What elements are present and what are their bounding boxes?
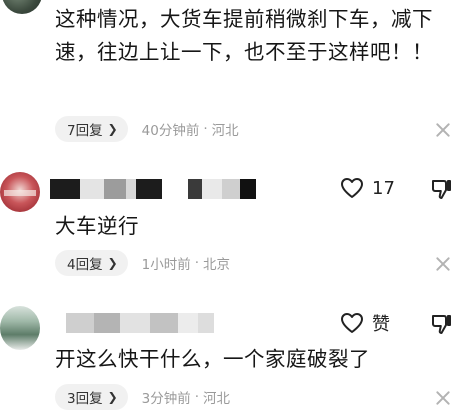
comment-location: 北京 (203, 257, 231, 273)
close-icon[interactable] (434, 389, 452, 407)
replies-label: 7回复 (67, 123, 103, 139)
comment-location: 河北 (203, 391, 231, 407)
chevron-right-icon: ❯ (107, 122, 118, 136)
close-icon[interactable] (434, 121, 452, 139)
comment-meta: 7回复 ❯ 40分钟前 · 河北 (55, 116, 239, 142)
chevron-right-icon: ❯ (107, 256, 118, 270)
comment-time: 40分钟前 (141, 123, 200, 139)
like-button[interactable]: 赞 (340, 310, 390, 336)
like-button[interactable]: 17 (340, 175, 395, 201)
replies-label: 4回复 (67, 257, 103, 273)
separator-dot: · (194, 389, 200, 405)
username-blurred[interactable] (66, 312, 214, 334)
comment-text: 大车逆行 (55, 214, 139, 238)
username-blurred[interactable] (50, 178, 256, 200)
close-icon[interactable] (434, 255, 452, 273)
comment-info: 3分钟前 · 河北 (142, 387, 230, 407)
comment-text: 这种情况，大货车提前稍微刹下车，减下速，往边上让一下，也不至于这样吧！！ (55, 7, 433, 64)
replies-button[interactable]: 7回复 ❯ (55, 116, 128, 142)
avatar[interactable] (2, 0, 42, 14)
like-label: 赞 (372, 314, 390, 335)
replies-label: 3回复 (67, 391, 103, 407)
chevron-right-icon: ❯ (107, 390, 118, 404)
replies-button[interactable]: 3回复 ❯ (55, 384, 128, 410)
comment-meta: 4回复 ❯ 1小时前 · 北京 (55, 250, 230, 276)
like-count: 17 (372, 177, 395, 199)
comment-meta: 3回复 ❯ 3分钟前 · 河北 (55, 384, 230, 410)
comment-time: 3分钟前 (141, 391, 191, 407)
comment-info: 1小时前 · 北京 (142, 253, 230, 273)
avatar[interactable] (0, 172, 40, 212)
comment-location: 河北 (211, 123, 239, 139)
comment-info: 40分钟前 · 河北 (142, 119, 239, 139)
separator-dot: · (194, 255, 200, 271)
heart-icon (341, 178, 363, 198)
replies-button[interactable]: 4回复 ❯ (55, 250, 128, 276)
thumbs-down-icon[interactable] (430, 313, 452, 335)
comment-text: 开这么快干什么，一个家庭破裂了 (55, 347, 370, 371)
avatar[interactable] (0, 306, 40, 350)
heart-icon (341, 313, 363, 333)
separator-dot: · (203, 121, 208, 137)
thumbs-down-icon[interactable] (430, 178, 452, 200)
comment-time: 1小时前 (141, 257, 191, 273)
